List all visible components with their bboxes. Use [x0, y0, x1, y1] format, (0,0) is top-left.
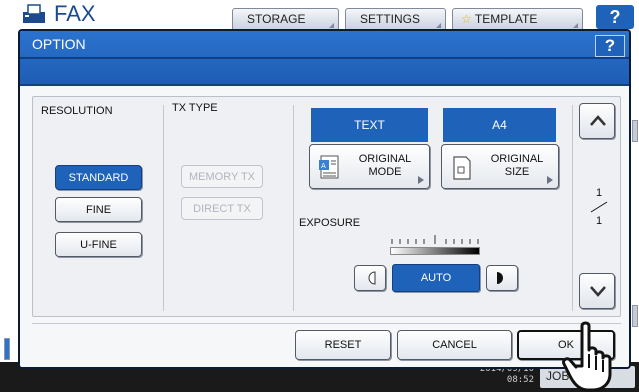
exposure-scale [391, 235, 479, 244]
exposure-label: EXPOSURE [299, 217, 361, 229]
tab-label: STORAGE [247, 12, 306, 26]
original-size-icon [453, 156, 471, 180]
dialog-title: OPTION [32, 36, 86, 52]
tab-storage[interactable]: STORAGE [232, 8, 339, 30]
tab-label: TEMPLATE [474, 12, 538, 26]
header-divider [20, 57, 629, 59]
original-size-button[interactable]: ORIGINAL SIZE [441, 144, 559, 189]
lighter-icon [368, 271, 376, 285]
tab-settings[interactable]: SETTINGS [345, 8, 446, 30]
svg-text:A: A [321, 162, 326, 170]
page-current: 1 [595, 187, 603, 199]
exposure-lighter-button[interactable] [354, 265, 386, 291]
dialog-help-button[interactable]: ? [595, 35, 625, 57]
resolution-label: RESOLUTION [41, 105, 113, 117]
dialog-header: OPTION ? [20, 31, 629, 86]
original-mode-value: TEXT [311, 108, 428, 142]
section-divider [293, 105, 294, 311]
tab-label: SETTINGS [360, 12, 421, 26]
footer-divider [32, 323, 621, 324]
star-icon: ☆ [461, 12, 472, 26]
page-total: 1 [595, 215, 603, 227]
scroll-up-icon [590, 115, 606, 126]
app-title: FAX [54, 1, 96, 26]
scroll-down-icon [590, 286, 606, 297]
side-handle [632, 120, 638, 142]
original-mode-button[interactable]: A ORIGINAL MODE [309, 144, 430, 189]
direct-tx-button[interactable]: DIRECT TX [181, 197, 263, 220]
expand-triangle-icon [547, 176, 553, 184]
original-mode-icon: A [319, 155, 339, 179]
side-handle [632, 305, 638, 327]
clock-time: 08:52 [506, 375, 534, 385]
cancel-button[interactable]: CANCEL [397, 330, 512, 360]
exposure-gradient [390, 247, 480, 255]
option-dialog: OPTION ? RESOLUTION STANDARD FINE U-FINE… [18, 29, 631, 369]
memory-tx-button[interactable]: MEMORY TX [181, 165, 263, 188]
exposure-auto-button[interactable]: AUTO [392, 264, 480, 292]
options-panel: RESOLUTION STANDARD FINE U-FINE TX TYPE … [32, 96, 621, 317]
side-handle [4, 338, 10, 360]
tab-template[interactable]: ☆ TEMPLATE [452, 8, 583, 30]
hand-cursor-icon [562, 321, 612, 392]
resolution-standard-button[interactable]: STANDARD [55, 165, 142, 190]
resolution-fine-button[interactable]: FINE [55, 197, 142, 222]
tx-type-label: TX TYPE [172, 102, 218, 114]
resolution-ufine-button[interactable]: U-FINE [55, 232, 142, 257]
original-size-value: A4 [443, 108, 556, 142]
expand-triangle-icon [418, 176, 424, 184]
top-bar: FAX STORAGE SETTINGS ☆ TEMPLATE ? [0, 0, 639, 30]
scroll-down-button[interactable] [579, 273, 615, 309]
section-divider [163, 105, 164, 311]
original-size-label: ORIGINAL SIZE [490, 153, 544, 178]
darker-icon [497, 272, 503, 284]
page-separator [590, 201, 608, 213]
help-button[interactable]: ? [596, 5, 634, 29]
reset-button[interactable]: RESET [295, 330, 391, 360]
fax-icon [23, 4, 45, 23]
original-mode-label: ORIGINAL MODE [358, 153, 412, 178]
exposure-darker-button[interactable] [486, 265, 518, 291]
section-divider [572, 105, 573, 311]
scroll-up-button[interactable] [579, 103, 615, 139]
